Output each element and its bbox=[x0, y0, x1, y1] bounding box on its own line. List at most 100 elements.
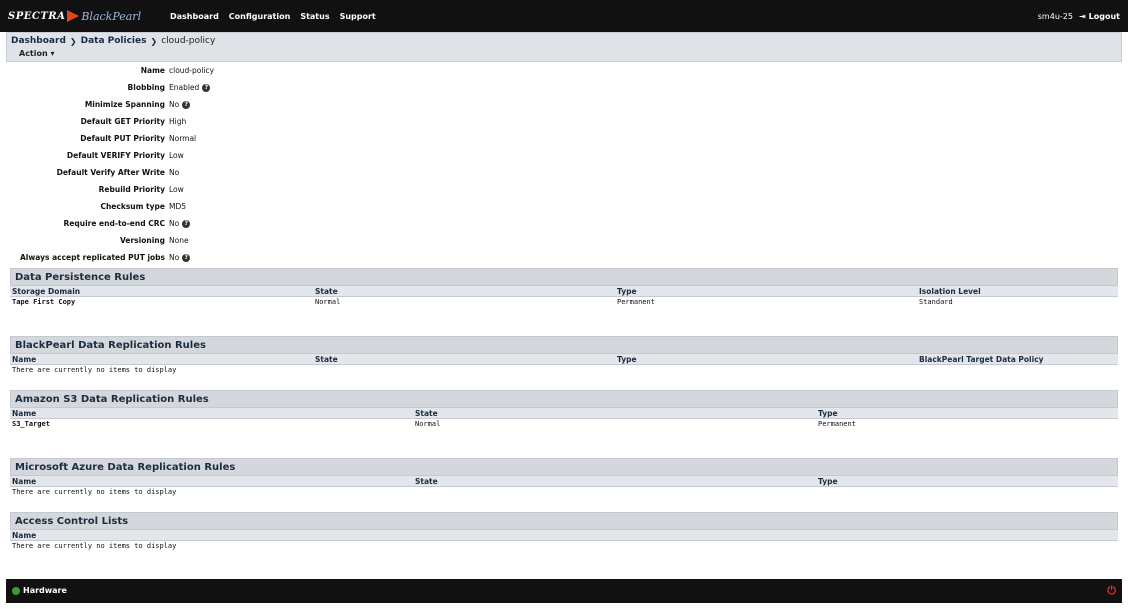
spectra-blackpearl-logo[interactable]: SPECTRA BlackPearl bbox=[8, 7, 141, 25]
property-row: Always accept replicated PUT jobs No? bbox=[6, 253, 246, 265]
property-value: Low bbox=[169, 151, 184, 160]
table-header: Name State Type bbox=[10, 408, 1118, 419]
data-persistence-rules-section: Data Persistence Rules Storage Domain St… bbox=[10, 268, 1118, 308]
logout-icon: ⇥ bbox=[1078, 12, 1086, 21]
logout-button[interactable]: ⇥ Logout bbox=[1079, 12, 1120, 21]
breadcrumb-dashboard[interactable]: Dashboard bbox=[11, 36, 66, 46]
property-value: No? bbox=[169, 253, 191, 262]
property-value-text: No bbox=[169, 168, 180, 177]
table-header: Name State Type BlackPearl Target Data P… bbox=[10, 354, 1118, 365]
column-header[interactable]: Type bbox=[818, 477, 838, 486]
azure-replication-rules-section: Microsoft Azure Data Replication Rules N… bbox=[10, 458, 1118, 498]
chevron-right-icon: ❯ bbox=[150, 36, 158, 46]
property-row: Name cloud-policy bbox=[6, 66, 246, 78]
main-nav: Dashboard Configuration Status Support bbox=[170, 12, 376, 21]
help-icon[interactable]: ? bbox=[182, 219, 191, 228]
property-value-text: MD5 bbox=[169, 202, 187, 211]
column-header[interactable]: Name bbox=[12, 409, 36, 418]
property-row: Versioning None bbox=[6, 236, 246, 248]
property-label: Rebuild Priority bbox=[98, 185, 165, 194]
column-header[interactable]: Type bbox=[617, 287, 637, 296]
property-row: Default VERIFY Priority Low bbox=[6, 151, 246, 163]
help-icon[interactable]: ? bbox=[182, 100, 191, 109]
section-title: BlackPearl Data Replication Rules bbox=[10, 336, 1118, 354]
property-row: Blobbing Enabled? bbox=[6, 83, 246, 95]
help-icon[interactable]: ? bbox=[202, 83, 211, 92]
property-value: Enabled? bbox=[169, 83, 211, 92]
table-cell: Permanent bbox=[617, 298, 655, 306]
column-header[interactable]: State bbox=[415, 409, 438, 418]
property-label: Default Verify After Write bbox=[56, 168, 165, 177]
bottom-status-bar: Hardware ⏻ bbox=[6, 579, 1122, 603]
column-header[interactable]: Storage Domain bbox=[12, 287, 80, 296]
top-navigation-bar: SPECTRA BlackPearl Dashboard Configurati… bbox=[0, 0, 1128, 32]
table-row[interactable]: S3_Target Normal Permanent bbox=[10, 419, 1118, 430]
property-label: Versioning bbox=[120, 236, 165, 245]
property-value-text: No bbox=[169, 100, 180, 109]
nav-configuration[interactable]: Configuration bbox=[229, 12, 291, 21]
nav-support[interactable]: Support bbox=[340, 12, 376, 21]
table-cell: Permanent bbox=[818, 420, 856, 428]
property-row: Default PUT Priority Normal bbox=[6, 134, 246, 146]
property-value-text: High bbox=[169, 117, 187, 126]
property-value: None bbox=[169, 236, 189, 245]
column-header[interactable]: Name bbox=[12, 531, 36, 540]
section-title: Data Persistence Rules bbox=[10, 268, 1118, 286]
property-value-text: cloud-policy bbox=[169, 66, 215, 75]
table-cell: Normal bbox=[315, 298, 341, 306]
section-title: Access Control Lists bbox=[10, 512, 1118, 530]
hardware-label: Hardware bbox=[23, 586, 67, 595]
property-value: cloud-policy bbox=[169, 66, 214, 75]
property-label: Minimize Spanning bbox=[84, 100, 165, 109]
blackpearl-replication-rules-section: BlackPearl Data Replication Rules Name S… bbox=[10, 336, 1118, 376]
column-header[interactable]: BlackPearl Target Data Policy bbox=[919, 355, 1044, 364]
column-header[interactable]: Name bbox=[12, 477, 36, 486]
nav-dashboard[interactable]: Dashboard bbox=[170, 12, 219, 21]
property-value-text: Enabled bbox=[169, 83, 200, 92]
table-header: Storage Domain State Type Isolation Leve… bbox=[10, 286, 1118, 297]
property-label: Default PUT Priority bbox=[80, 134, 165, 143]
empty-table-message: There are currently no items to display bbox=[12, 366, 177, 374]
property-value: No bbox=[169, 168, 179, 177]
table-cell: Tape First Copy bbox=[12, 298, 76, 306]
property-value: No? bbox=[169, 219, 191, 228]
column-header[interactable]: Type bbox=[617, 355, 637, 364]
column-header[interactable]: State bbox=[315, 287, 338, 296]
column-header[interactable]: Type bbox=[818, 409, 838, 418]
breadcrumb: Dashboard ❯ Data Policies ❯ cloud-policy bbox=[11, 36, 215, 46]
username: sm4u-25 bbox=[1037, 12, 1073, 21]
nav-status[interactable]: Status bbox=[300, 12, 329, 21]
table-cell: Normal bbox=[415, 420, 441, 428]
column-header[interactable]: State bbox=[415, 477, 438, 486]
property-label: Require end-to-end CRC bbox=[63, 219, 165, 228]
hardware-status-button[interactable]: Hardware bbox=[12, 586, 67, 595]
property-value-text: No bbox=[169, 219, 180, 228]
power-icon[interactable]: ⏻ bbox=[1107, 584, 1116, 598]
action-dropdown[interactable]: Action ▾ bbox=[19, 49, 55, 58]
property-label: Blobbing bbox=[127, 83, 165, 92]
property-value: MD5 bbox=[169, 202, 186, 211]
logo-arrow-icon bbox=[67, 10, 80, 22]
section-title: Amazon S3 Data Replication Rules bbox=[10, 390, 1118, 408]
column-header[interactable]: State bbox=[315, 355, 338, 364]
property-label: Checksum type bbox=[100, 202, 165, 211]
logout-label: Logout bbox=[1088, 12, 1120, 21]
table-header: Name bbox=[10, 530, 1118, 541]
breadcrumb-data-policies[interactable]: Data Policies bbox=[81, 36, 147, 46]
table-row[interactable]: Tape First Copy Normal Permanent Standar… bbox=[10, 297, 1118, 308]
property-value-text: Low bbox=[169, 185, 184, 194]
table-header: Name State Type bbox=[10, 476, 1118, 487]
property-value: High bbox=[169, 117, 186, 126]
property-value-text: Normal bbox=[169, 134, 197, 143]
user-area: sm4u-25 ⇥ Logout bbox=[1038, 12, 1120, 21]
chevron-right-icon: ❯ bbox=[69, 36, 77, 46]
breadcrumb-current: cloud-policy bbox=[161, 36, 216, 46]
column-header[interactable]: Name bbox=[12, 355, 36, 364]
property-value: No? bbox=[169, 100, 191, 109]
column-header[interactable]: Isolation Level bbox=[919, 287, 981, 296]
property-value-text: None bbox=[169, 236, 189, 245]
check-circle-icon bbox=[12, 586, 20, 595]
help-icon[interactable]: ? bbox=[182, 253, 191, 262]
property-label: Default VERIFY Priority bbox=[66, 151, 165, 160]
section-title: Microsoft Azure Data Replication Rules bbox=[10, 458, 1118, 476]
